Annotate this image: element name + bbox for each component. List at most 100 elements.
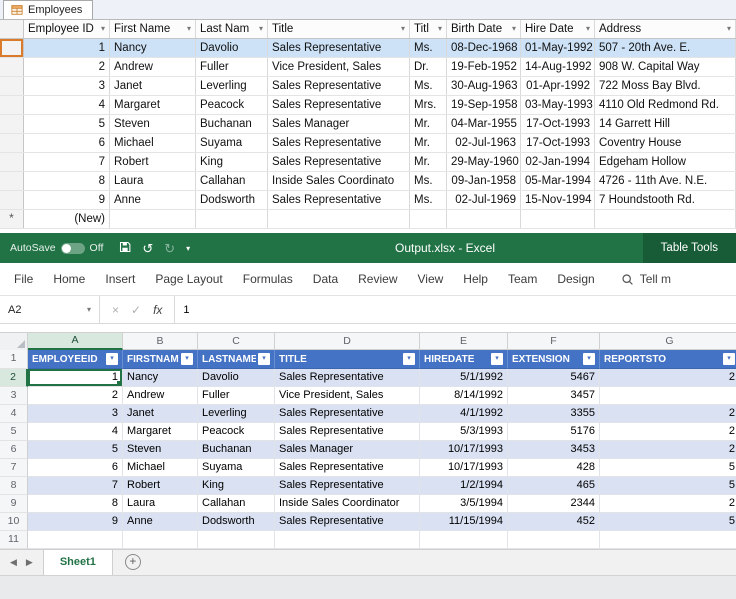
- cell[interactable]: [508, 531, 600, 549]
- record-selector[interactable]: [0, 96, 24, 114]
- cell[interactable]: 05-Mar-1994: [521, 172, 595, 190]
- cell[interactable]: 908 W. Capital Way: [595, 58, 736, 76]
- cell[interactable]: Suyama: [196, 134, 268, 152]
- new-sheet-button[interactable]: +: [124, 554, 141, 570]
- cell[interactable]: Davolio: [196, 39, 268, 57]
- table-column-header[interactable]: EMPLOYEEID ▾: [28, 350, 123, 369]
- cell[interactable]: 3453: [508, 441, 600, 459]
- cell[interactable]: Buchanan: [198, 441, 275, 459]
- row-header[interactable]: 11: [0, 531, 28, 549]
- cell[interactable]: 1/2/1994: [420, 477, 508, 495]
- row-header[interactable]: 10: [0, 513, 28, 531]
- chevron-down-icon[interactable]: ▾: [512, 20, 516, 38]
- cell[interactable]: Andrew: [123, 387, 198, 405]
- column-header[interactable]: G: [600, 333, 736, 350]
- cell[interactable]: 15-Nov-1994: [521, 191, 595, 209]
- cell[interactable]: Leverling: [196, 77, 268, 95]
- insert-function-button[interactable]: fx: [153, 303, 162, 317]
- cell[interactable]: 10/17/1993: [420, 459, 508, 477]
- ribbon-tab-formulas[interactable]: Formulas: [233, 263, 303, 295]
- cell[interactable]: Laura: [110, 172, 196, 190]
- cell[interactable]: 02-Jul-1969: [447, 191, 521, 209]
- row-header[interactable]: 9: [0, 495, 28, 513]
- cell[interactable]: Margaret: [110, 96, 196, 114]
- cell[interactable]: 02-Jul-1963: [447, 134, 521, 152]
- ribbon-tab-data[interactable]: Data: [303, 263, 348, 295]
- cell[interactable]: [595, 210, 736, 228]
- cell[interactable]: 8/14/1992: [420, 387, 508, 405]
- save-button[interactable]: [119, 241, 131, 255]
- formula-bar-input[interactable]: 1: [175, 296, 736, 323]
- cell[interactable]: Steven: [110, 115, 196, 133]
- cell[interactable]: 5: [600, 459, 736, 477]
- cell[interactable]: 6: [24, 134, 110, 152]
- record-selector[interactable]: *: [0, 210, 24, 228]
- column-header[interactable]: E: [420, 333, 508, 350]
- tell-me-search[interactable]: Tell m: [621, 272, 671, 286]
- chevron-down-icon[interactable]: ▾: [727, 20, 731, 38]
- cell[interactable]: [123, 531, 198, 549]
- cell[interactable]: 17-Oct-1993: [521, 115, 595, 133]
- cell[interactable]: Margaret: [123, 423, 198, 441]
- cell[interactable]: Ms.: [410, 172, 447, 190]
- cell[interactable]: Fuller: [198, 387, 275, 405]
- cell[interactable]: Janet: [123, 405, 198, 423]
- table-column-header[interactable]: EXTENSION ▾: [508, 350, 600, 369]
- cell[interactable]: 2: [600, 441, 736, 459]
- cell[interactable]: 7: [24, 153, 110, 171]
- redo-button[interactable]: ↻: [164, 242, 175, 255]
- cell[interactable]: 8: [28, 495, 123, 513]
- cell[interactable]: 02-Jan-1994: [521, 153, 595, 171]
- cell[interactable]: King: [198, 477, 275, 495]
- cell[interactable]: Dodsworth: [196, 191, 268, 209]
- cancel-icon[interactable]: ×: [112, 303, 119, 317]
- row-header[interactable]: 2: [0, 369, 28, 387]
- ribbon-tab-view[interactable]: View: [408, 263, 454, 295]
- cell[interactable]: 4/1/1992: [420, 405, 508, 423]
- cell[interactable]: Suyama: [198, 459, 275, 477]
- cell[interactable]: Laura: [123, 495, 198, 513]
- record-selector[interactable]: [0, 153, 24, 171]
- cell[interactable]: Dodsworth: [198, 513, 275, 531]
- cell[interactable]: Anne: [110, 191, 196, 209]
- ribbon-tab-design[interactable]: Design: [547, 263, 604, 295]
- cell[interactable]: [268, 210, 410, 228]
- cell[interactable]: 3: [28, 405, 123, 423]
- cell[interactable]: 19-Sep-1958: [447, 96, 521, 114]
- cell[interactable]: 7: [28, 477, 123, 495]
- cell[interactable]: [600, 387, 736, 405]
- cell[interactable]: Sales Representative: [268, 39, 410, 57]
- cell[interactable]: Sales Representative: [268, 134, 410, 152]
- cell[interactable]: [28, 531, 123, 549]
- cell[interactable]: 5: [600, 477, 736, 495]
- cell[interactable]: Dr.: [410, 58, 447, 76]
- record-selector[interactable]: [0, 58, 24, 76]
- cell[interactable]: Peacock: [196, 96, 268, 114]
- ribbon-tab-file[interactable]: File: [4, 263, 43, 295]
- cell[interactable]: Sales Representative: [268, 153, 410, 171]
- cell[interactable]: 5: [600, 513, 736, 531]
- cell[interactable]: 5467: [508, 369, 600, 387]
- cell[interactable]: 2: [600, 405, 736, 423]
- filter-dropdown-icon[interactable]: ▾: [723, 353, 735, 365]
- ribbon-tab-team[interactable]: Team: [498, 263, 547, 295]
- cell[interactable]: 9: [24, 191, 110, 209]
- chevron-down-icon[interactable]: ▾: [259, 20, 263, 38]
- cell[interactable]: Edgeham Hollow: [595, 153, 736, 171]
- cell[interactable]: Robert: [123, 477, 198, 495]
- table-column-header[interactable]: LASTNAME ▾: [198, 350, 275, 369]
- cell[interactable]: 09-Jan-1958: [447, 172, 521, 190]
- cell[interactable]: 19-Feb-1952: [447, 58, 521, 76]
- row-header[interactable]: 3: [0, 387, 28, 405]
- chevron-down-icon[interactable]: ▾: [586, 20, 590, 38]
- cell[interactable]: 01-Apr-1992: [521, 77, 595, 95]
- enter-icon[interactable]: ✓: [131, 303, 141, 317]
- cell[interactable]: 1: [28, 369, 123, 387]
- table-column-header[interactable]: HIREDATE ▾: [420, 350, 508, 369]
- cell[interactable]: 1: [24, 39, 110, 57]
- cell[interactable]: Vice President, Sales: [275, 387, 420, 405]
- cell[interactable]: Sales Representative: [275, 423, 420, 441]
- row-header[interactable]: 8: [0, 477, 28, 495]
- cell[interactable]: Callahan: [198, 495, 275, 513]
- cell[interactable]: 14-Aug-1992: [521, 58, 595, 76]
